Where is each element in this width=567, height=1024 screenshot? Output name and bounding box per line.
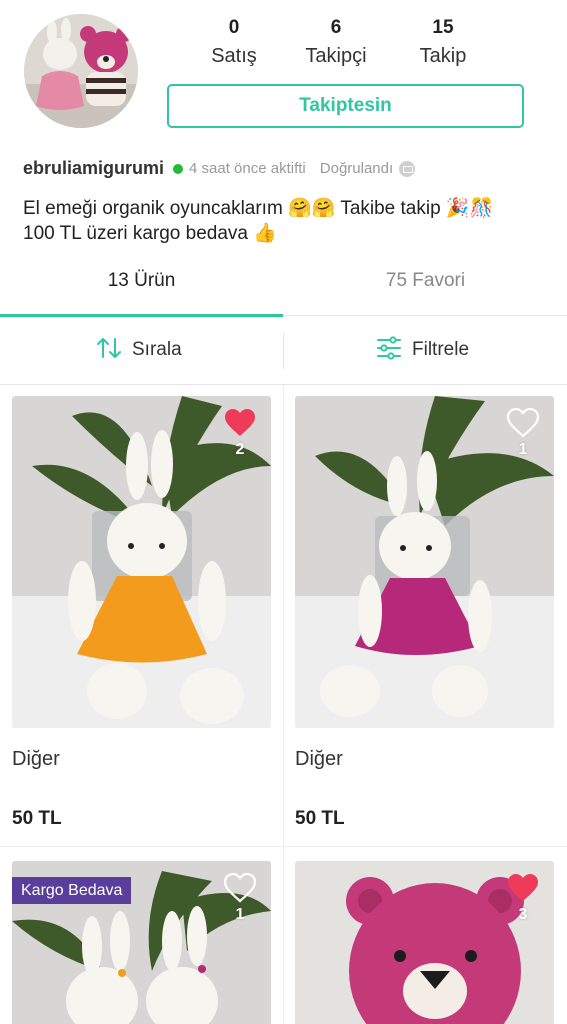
sort-button[interactable]: Sırala: [96, 317, 182, 383]
product-title: Diğer: [295, 748, 343, 770]
avatar-image: [24, 14, 138, 128]
sort-label: Sırala: [132, 339, 182, 360]
heart-path: [506, 407, 540, 438]
stat-following[interactable]: 15 Takip: [388, 16, 498, 72]
grid-divider: [283, 385, 284, 1024]
stat-label: Takip: [419, 45, 467, 67]
stat-followers[interactable]: 6 Takipçi: [281, 16, 391, 72]
heart-outline-icon: [223, 872, 257, 903]
product-price: 50 TL: [295, 808, 345, 829]
user-info-row: ebruliamigurumi 4 saat önce aktifti Doğrul…: [23, 158, 563, 184]
favorite-button[interactable]: 2: [223, 408, 257, 459]
tab-products[interactable]: 13 Ürün: [0, 258, 283, 317]
product-image[interactable]: 1: [295, 396, 554, 728]
stat-sales[interactable]: 0 Satış: [179, 16, 289, 72]
product-card[interactable]: 3: [295, 861, 555, 1024]
sort-filter-bar: Sırala Filtrele: [0, 317, 567, 385]
filter-label: Filtrele: [412, 339, 470, 360]
favorite-count: 3: [518, 906, 528, 923]
bio-line: El emeği organik oyuncaklarım 🤗🤗 Takibe …: [23, 198, 494, 219]
divider: [283, 333, 284, 369]
product-image[interactable]: 2: [12, 396, 271, 728]
product-image[interactable]: 3: [295, 861, 554, 1024]
heart-outline-icon: [506, 407, 540, 438]
mail-verified-icon[interactable]: [399, 160, 416, 177]
filter-button[interactable]: Filtrele: [376, 317, 469, 383]
stat-value: 6: [330, 17, 342, 38]
following-button[interactable]: Takiptesin: [167, 84, 524, 128]
username: ebruliamigurumi: [23, 158, 165, 178]
heart-icon: [508, 874, 538, 901]
stat-label: Satış: [211, 45, 257, 67]
profile-tabs: 13 Ürün 75 Favori: [0, 258, 567, 317]
product-card[interactable]: Kargo Bedava 1: [12, 861, 272, 1024]
online-indicator: [173, 163, 184, 174]
favorite-count: 1: [235, 906, 245, 923]
heart-icon: [225, 409, 255, 436]
favorite-count: 1: [518, 441, 528, 458]
favorite-button[interactable]: 1: [223, 872, 257, 924]
favorite-button[interactable]: 3: [506, 873, 540, 924]
sort-arrows-icon: [97, 337, 121, 358]
stat-label: Takipçi: [305, 45, 367, 67]
product-card[interactable]: 1 Diğer 50 TL: [295, 396, 555, 830]
profile-header: 0 Satış 6 Takipçi 15 Takip Takiptesin: [0, 0, 567, 140]
free-shipping-badge: Kargo Bedava: [12, 877, 132, 904]
stat-value: 0: [228, 17, 240, 38]
heart-path: [225, 409, 255, 436]
favorite-button[interactable]: 1: [506, 407, 540, 459]
filter-sliders-icon: [377, 336, 401, 360]
favorite-count: 2: [235, 441, 245, 458]
stat-value: 15: [432, 17, 454, 38]
heart-path: [223, 872, 257, 903]
grid-divider: [0, 846, 567, 847]
product-card[interactable]: 2 Diğer 50 TL: [12, 396, 272, 830]
verified-label[interactable]: Doğrulandı: [320, 160, 393, 177]
heart-path: [508, 874, 538, 901]
profile-bio: El emeği organik oyuncaklarım 🤗🤗 Takibe …: [23, 196, 553, 246]
last-active-text: 4 saat önce aktifti: [189, 160, 306, 177]
profile-stats: 0 Satış 6 Takipçi 15 Takip: [167, 16, 523, 72]
avatar[interactable]: [24, 14, 138, 128]
product-title: Diğer: [12, 748, 60, 770]
product-image[interactable]: Kargo Bedava 1: [12, 861, 271, 1024]
product-price: 50 TL: [12, 808, 62, 829]
tab-favorites[interactable]: 75 Favori: [284, 258, 567, 316]
bio-line: 100 TL üzeri kargo bedava 👍: [23, 223, 277, 244]
